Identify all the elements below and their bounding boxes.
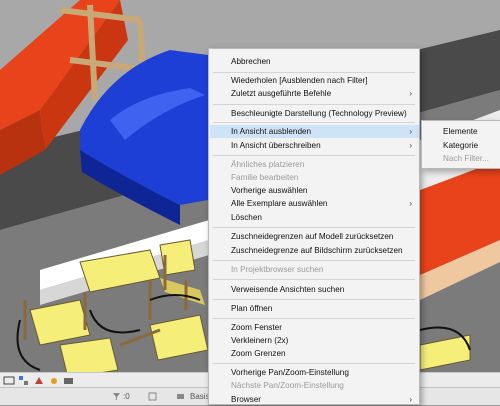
menu-item-label: Zuschneidegrenze auf Bildschirm zurückse… [231, 246, 403, 255]
menu-separator [213, 279, 415, 280]
menu-item-reset-crop-screen[interactable]: Zuschneidegrenze auf Bildschirm zurückse… [210, 244, 419, 257]
menu-item-label: Verkleinern (2x) [231, 336, 289, 345]
menu-item-previous-pan-zoom[interactable]: Vorherige Pan/Zoom-Einstellung [210, 366, 419, 379]
menu-item-zoom-window[interactable]: Zoom Fenster [210, 321, 419, 334]
menu-item-label: Abbrechen [231, 57, 271, 66]
menu-separator [213, 72, 415, 73]
submenu-item-elements[interactable]: Elemente [423, 125, 500, 138]
menu-item-label: Verweisende Ansichten suchen [231, 285, 345, 294]
chevron-right-icon: › [409, 127, 412, 136]
submenu-item-by-filter: Nach Filter... [423, 152, 500, 165]
menu-item-label: Ähnliches platzieren [231, 160, 305, 169]
menu-item-wiederholen[interactable]: Wiederholen [Ausblenden nach Filter] [210, 74, 419, 87]
menu-item-create-similar: Ähnliches platzieren [210, 158, 419, 171]
menu-separator [213, 122, 415, 123]
view-control-bar [0, 372, 208, 387]
menu-item-find-in-browser: In Projektbrowser suchen [210, 263, 419, 276]
menu-separator [213, 260, 415, 261]
menu-item-find-referring-views[interactable]: Verweisende Ansichten suchen [210, 283, 419, 296]
menu-item-label: Zoom Fenster [231, 323, 282, 332]
menu-item-label: Vorherige Pan/Zoom-Einstellung [231, 368, 349, 377]
viewport-right-strip [420, 372, 500, 387]
menu-item-next-pan-zoom: Nächste Pan/Zoom-Einstellung [210, 379, 419, 392]
view-name: Basis [190, 392, 210, 401]
menu-item-override-in-view[interactable]: In Ansicht überschreiben › [210, 139, 419, 152]
detail-level-icon[interactable] [18, 375, 30, 386]
chevron-right-icon: › [409, 89, 412, 98]
menu-item-zoom-out[interactable]: Verkleinern (2x) [210, 334, 419, 347]
menu-item-label: Nach Filter... [443, 154, 489, 163]
chevron-right-icon: › [409, 395, 412, 404]
menu-item-label: Familie bearbeiten [231, 173, 299, 182]
menu-item-label: Alle Exemplare auswählen [231, 199, 328, 208]
scale-icon[interactable] [3, 375, 15, 386]
menu-item-browser[interactable]: Browser › [210, 393, 419, 406]
menu-item-recent-commands[interactable]: Zuletzt ausgeführte Befehle › [210, 87, 419, 100]
menu-item-accelerated-display[interactable]: Beschleunigte Darstellung (Technology Pr… [210, 107, 419, 120]
menu-item-label: Kategorie [443, 141, 479, 150]
menu-item-label: Zuschneidegrenzen auf Modell zurücksetze… [231, 232, 394, 241]
visual-style-icon[interactable] [33, 375, 45, 386]
selection-count: :0 [123, 392, 130, 401]
chevron-right-icon: › [409, 141, 412, 150]
sun-path-icon[interactable] [48, 375, 60, 386]
selection-filter-icon[interactable] [112, 392, 121, 401]
menu-item-label: Zoom Grenzen [231, 349, 286, 358]
menu-separator [213, 363, 415, 364]
menu-item-label: In Projektbrowser suchen [231, 265, 324, 274]
menu-item-label: Elemente [443, 127, 478, 136]
menu-item-label: Vorherige auswählen [231, 186, 308, 195]
menu-separator [213, 104, 415, 105]
menu-item-select-previous[interactable]: Vorherige auswählen [210, 184, 419, 197]
context-menu: Abbrechen Wiederholen [Ausblenden nach F… [208, 48, 420, 405]
menu-separator [213, 299, 415, 300]
menu-separator [213, 318, 415, 319]
menu-item-label: Nächste Pan/Zoom-Einstellung [231, 381, 344, 390]
menu-item-hide-in-view[interactable]: In Ansicht ausblenden › [210, 125, 419, 138]
submenu-item-category[interactable]: Kategorie [423, 139, 500, 152]
menu-item-select-all-instances[interactable]: Alle Exemplare auswählen › [210, 197, 419, 210]
view-icon [177, 394, 184, 399]
menu-item-label: In Ansicht ausblenden [231, 127, 312, 136]
hide-in-view-submenu: Elemente Kategorie Nach Filter... [421, 120, 500, 169]
menu-item-label: Löschen [231, 213, 262, 222]
menu-item-abbrechen[interactable]: Abbrechen [210, 55, 419, 68]
shadows-icon[interactable] [63, 375, 75, 386]
menu-item-open-plan[interactable]: Plan öffnen [210, 302, 419, 315]
chevron-right-icon: › [409, 199, 412, 208]
menu-item-label: In Ansicht überschreiben [231, 141, 321, 150]
menu-separator [213, 155, 415, 156]
menu-item-label: Browser [231, 395, 262, 404]
menu-item-delete[interactable]: Löschen [210, 211, 419, 224]
menu-item-label: Plan öffnen [231, 304, 273, 313]
worksets-icon[interactable] [148, 392, 157, 401]
menu-item-edit-family: Familie bearbeiten [210, 171, 419, 184]
menu-separator [213, 227, 415, 228]
menu-item-zoom-extents[interactable]: Zoom Grenzen [210, 347, 419, 360]
menu-item-label: Wiederholen [Ausblenden nach Filter] [231, 76, 368, 85]
menu-item-label: Zuletzt ausgeführte Befehle [231, 89, 332, 98]
menu-item-label: Beschleunigte Darstellung (Technology Pr… [231, 109, 407, 118]
menu-item-reset-crop-model[interactable]: Zuschneidegrenzen auf Modell zurücksetze… [210, 230, 419, 243]
